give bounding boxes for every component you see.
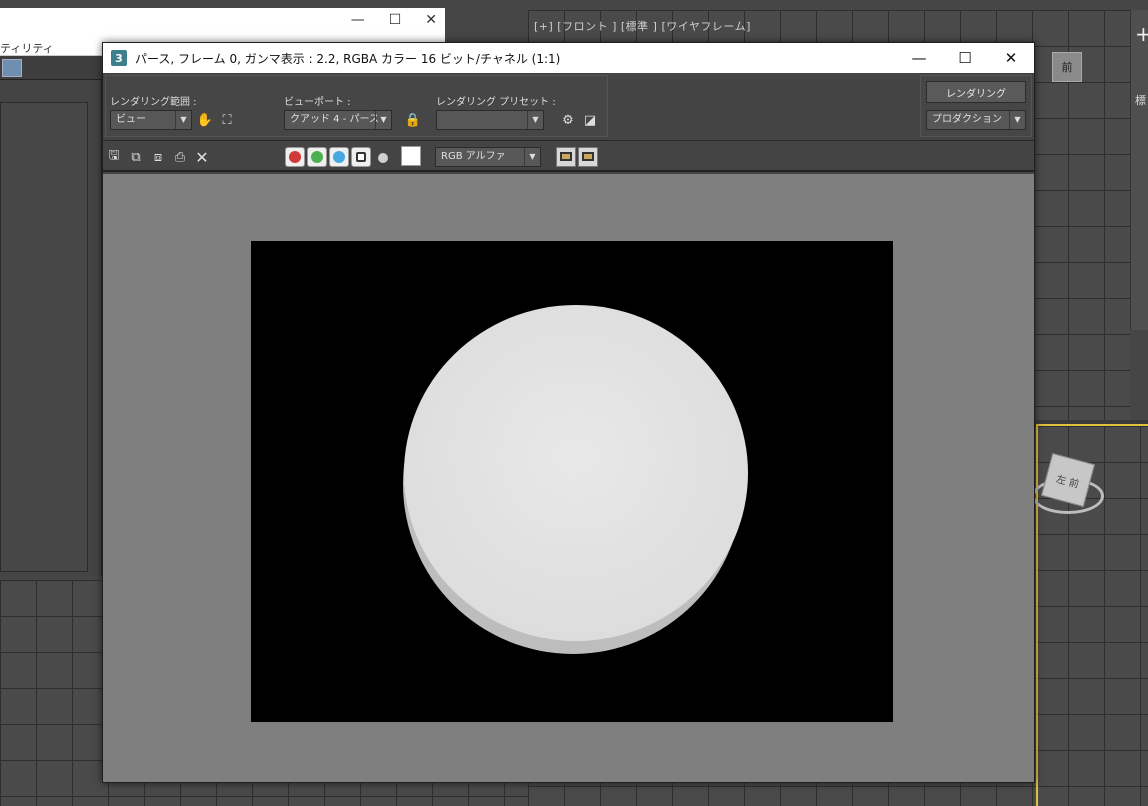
print-icon[interactable]: ⎙ (171, 148, 189, 166)
rendered-frame-window: 3 パース, フレーム 0, ガンマ表示 : 2.2, RGBA カラー 16 … (102, 42, 1035, 783)
window-title: パース, フレーム 0, ガンマ表示 : 2.2, RGBA カラー 16 ビッ… (135, 51, 561, 66)
green-channel-toggle[interactable] (307, 147, 327, 167)
viewport-value: クアッド 4 - パース (290, 114, 380, 125)
render-preset-label: レンダリング プリセット : (436, 97, 556, 108)
area-to-render-label: レンダリング範囲 : (110, 97, 197, 108)
alpha-channel-icon (356, 152, 366, 162)
frame-toolbar: 🖫 ⧉ ⧈ ⎙ ✕ RGB アルファ ▼ (103, 142, 1034, 172)
background-window-list (0, 102, 88, 572)
channel-display-value: RGB アルファ (441, 151, 506, 162)
render-setup-icon[interactable]: ⚙ (558, 110, 578, 130)
clone-icon[interactable]: ⧈ (149, 148, 167, 166)
viewcube-front[interactable]: 前 (1052, 52, 1082, 82)
maximize-icon[interactable]: ☐ (389, 12, 402, 28)
red-channel-icon (289, 151, 301, 163)
area-to-render-dropdown[interactable]: ビュー ▼ (110, 110, 192, 130)
render-setup-panel: レンダリング範囲 : ビュー ▼ ✋ ⛶ ビューポート : クアッド 4 - パ… (103, 73, 1034, 141)
window-icon (582, 152, 594, 161)
red-channel-toggle[interactable] (285, 147, 305, 167)
chevron-down-icon: ▼ (527, 111, 543, 129)
toggle-ui-button[interactable] (578, 147, 598, 167)
blue-channel-icon (333, 151, 345, 163)
background-window-body (0, 80, 102, 576)
rendered-image (251, 241, 893, 722)
background-window-title: ティリティ (0, 42, 54, 55)
viewport-label[interactable]: [+] [フロント ] [標準 ] [ワイヤフレーム] (534, 18, 751, 34)
chevron-down-icon: ▼ (175, 111, 191, 129)
green-channel-icon (311, 151, 323, 163)
save-icon[interactable]: 🖫 (105, 148, 123, 166)
toggle-ui-overlay-button[interactable] (556, 147, 576, 167)
viewport-dropdown[interactable]: クアッド 4 - パース ▼ (284, 110, 392, 130)
blue-channel-toggle[interactable] (329, 147, 349, 167)
pan-hand-icon[interactable]: ✋ (195, 110, 215, 130)
render-button[interactable]: レンダリング (926, 81, 1026, 103)
maximize-button[interactable]: ☐ (942, 43, 988, 73)
minimize-icon[interactable]: — (351, 12, 365, 28)
command-panel-label: 標 (1135, 94, 1146, 107)
settings-icon[interactable] (2, 59, 22, 77)
minimize-button[interactable]: — (896, 43, 942, 73)
cylinder-cap (404, 305, 748, 641)
color-swatch[interactable] (401, 146, 421, 166)
background-window-controls: — ☐ ✕ (351, 12, 437, 28)
command-panel: + 標 (1130, 10, 1148, 330)
render-canvas-area[interactable] (103, 174, 1034, 782)
copy-icon[interactable]: ⧉ (127, 148, 145, 166)
render-mode-dropdown[interactable]: プロダクション ▼ (926, 110, 1026, 130)
monochrome-icon[interactable] (378, 153, 388, 163)
background-window-toolbar (0, 56, 102, 80)
clear-icon[interactable]: ✕ (193, 148, 211, 167)
viewport-label-text: ビューポート : (284, 97, 351, 108)
create-tab-icon[interactable]: + (1135, 22, 1148, 46)
render-action-group: レンダリング プロダクション ▼ (920, 75, 1032, 137)
area-to-render-value: ビュー (116, 114, 146, 125)
channel-display-dropdown[interactable]: RGB アルファ ▼ (435, 147, 541, 167)
rendered-cylinder (403, 305, 748, 654)
chevron-down-icon: ▼ (524, 148, 540, 166)
title-bar[interactable]: 3 パース, フレーム 0, ガンマ表示 : 2.2, RGBA カラー 16 … (103, 43, 1034, 73)
render-mode-value: プロダクション (932, 114, 1002, 125)
render-options-group: レンダリング範囲 : ビュー ▼ ✋ ⛶ ビューポート : クアッド 4 - パ… (105, 75, 608, 137)
image-icon (560, 152, 572, 161)
region-select-icon[interactable]: ⛶ (217, 110, 237, 130)
3dsmax-app-icon: 3 (111, 50, 127, 66)
lock-icon[interactable]: 🔒 (403, 110, 423, 130)
chevron-down-icon: ▼ (1009, 111, 1025, 129)
close-button[interactable]: ✕ (988, 43, 1034, 73)
environment-icon[interactable]: ◪ (580, 110, 600, 130)
alpha-channel-toggle[interactable] (351, 147, 371, 167)
chevron-down-icon: ▼ (375, 111, 391, 129)
close-icon[interactable]: ✕ (425, 12, 437, 28)
render-preset-dropdown[interactable]: ▼ (436, 110, 544, 130)
window-controls: — ☐ ✕ (896, 43, 1034, 73)
